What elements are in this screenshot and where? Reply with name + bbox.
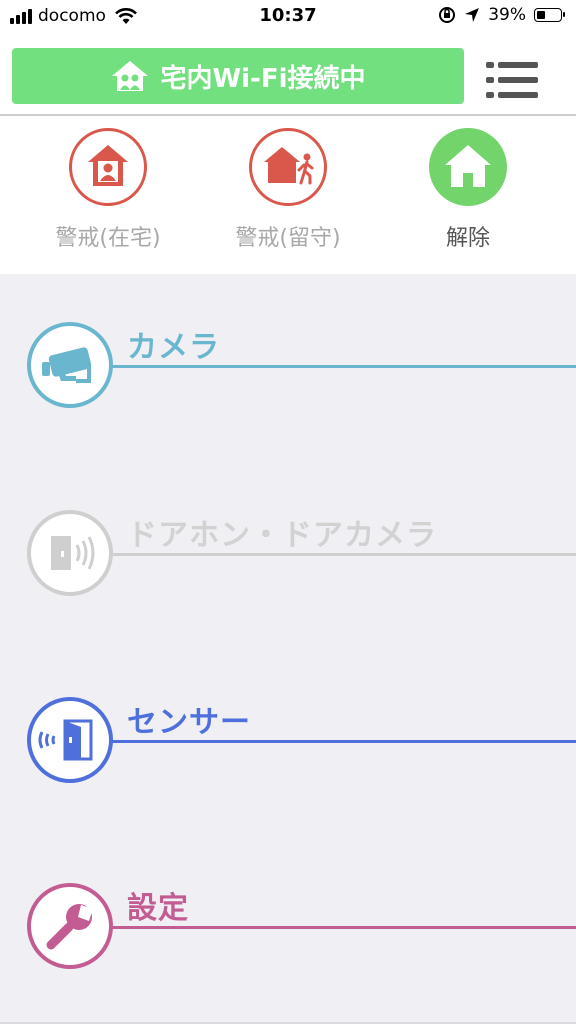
app-header: 宅内Wi-Fi接続中 (0, 34, 576, 116)
wifi-status-label: 宅内Wi-Fi接続中 (160, 63, 366, 94)
section-title: ドアホン・ドアカメラ (127, 518, 437, 553)
away-person-icon (249, 128, 327, 206)
mode-label: 解除 (445, 226, 490, 251)
home-person-icon (69, 128, 147, 206)
battery-percent: 39% (488, 5, 526, 25)
mode-alert-away[interactable]: 警戒(留守) (208, 128, 368, 252)
section-settings[interactable]: 設定 (0, 883, 576, 973)
doorphone-icon (27, 510, 113, 596)
door-sensor-icon (27, 697, 113, 783)
mode-label: 警戒(在宅) (55, 226, 161, 251)
home-icon (429, 128, 507, 206)
hamburger-menu-icon[interactable] (486, 62, 538, 98)
wrench-icon (27, 883, 113, 969)
section-title: 設定 (127, 891, 189, 926)
camera-icon (27, 322, 113, 408)
mode-label: 警戒(留守) (235, 226, 341, 251)
section-title: センサー (127, 705, 251, 740)
mode-disarm[interactable]: 解除 (388, 128, 548, 252)
status-bar: docomo 10:37 39% (0, 0, 576, 34)
mode-alert-home[interactable]: 警戒(在宅) (28, 128, 188, 252)
section-title: カメラ (127, 330, 220, 365)
section-doorphone: ドアホン・ドアカメラ (0, 510, 576, 600)
location-arrow-icon (465, 8, 480, 22)
section-camera[interactable]: カメラ (0, 322, 576, 412)
home-people-icon (112, 61, 149, 91)
wifi-connection-status: 宅内Wi-Fi接続中 (12, 48, 464, 104)
battery-icon (534, 8, 565, 22)
orientation-lock-icon (439, 7, 456, 23)
section-sensor[interactable]: センサー (0, 697, 576, 787)
security-mode-bar: 警戒(在宅) 警戒(留守) 解除 (0, 116, 576, 274)
